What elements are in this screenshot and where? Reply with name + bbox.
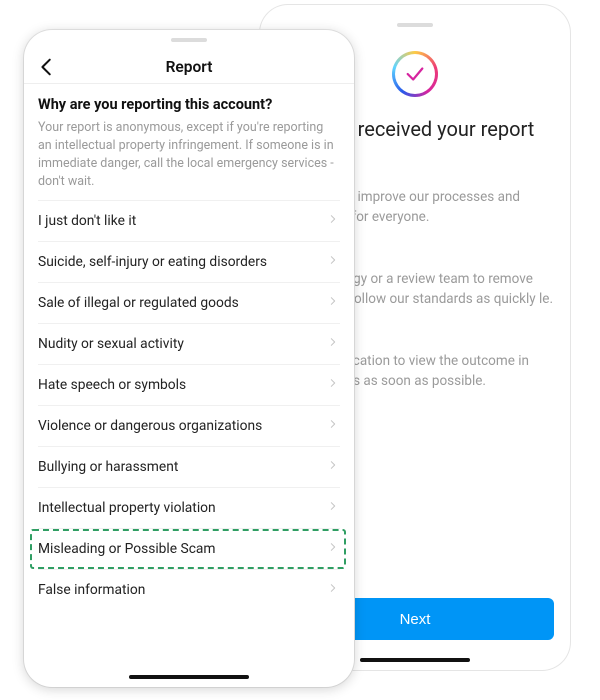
drag-handle[interactable] xyxy=(397,23,433,27)
report-question: Why are you reporting this account? xyxy=(38,96,340,113)
report-reason[interactable]: Nudity or sexual activity xyxy=(38,323,340,364)
chevron-right-icon xyxy=(328,498,338,517)
report-sheet: Report Why are you reporting this accoun… xyxy=(24,30,354,687)
drag-handle[interactable] xyxy=(171,38,207,42)
success-check-icon xyxy=(390,49,440,99)
chevron-right-icon xyxy=(328,211,338,230)
report-reason[interactable]: Misleading or Possible Scam xyxy=(38,528,340,569)
chevron-right-icon xyxy=(328,416,338,435)
report-reason[interactable]: Sale of illegal or regulated goods xyxy=(38,282,340,323)
home-indicator-icon xyxy=(360,658,470,662)
report-title: Report xyxy=(166,58,213,76)
chevron-left-icon xyxy=(36,56,58,78)
report-subtitle: Your report is anonymous, except if you'… xyxy=(38,119,340,192)
reason-label: Bullying or harassment xyxy=(38,459,178,475)
reason-label: Violence or dangerous organizations xyxy=(38,418,262,434)
report-reason[interactable]: Violence or dangerous organizations xyxy=(38,405,340,446)
back-button[interactable] xyxy=(36,56,58,78)
report-reason[interactable]: I just don't like it xyxy=(38,200,340,241)
report-reason[interactable]: Intellectual property violation xyxy=(38,487,340,528)
reason-label: Nudity or sexual activity xyxy=(38,336,184,352)
chevron-right-icon xyxy=(328,580,338,599)
reason-label: False information xyxy=(38,582,145,598)
report-reason[interactable]: Bullying or harassment xyxy=(38,446,340,487)
chevron-right-icon xyxy=(328,457,338,476)
reason-label: Hate speech or symbols xyxy=(38,377,186,393)
reason-label: Sale of illegal or regulated goods xyxy=(38,295,239,311)
report-header: Report xyxy=(24,50,354,84)
reason-label: Intellectual property violation xyxy=(38,500,216,516)
chevron-right-icon xyxy=(328,293,338,312)
reason-label: Suicide, self-injury or eating disorders xyxy=(38,254,267,270)
chevron-right-icon xyxy=(328,539,338,558)
chevron-right-icon xyxy=(328,375,338,394)
report-reason[interactable]: Hate speech or symbols xyxy=(38,364,340,405)
reason-label: I just don't like it xyxy=(38,213,136,229)
home-indicator-icon xyxy=(129,675,249,679)
report-reason[interactable]: False information xyxy=(38,569,340,610)
chevron-right-icon xyxy=(328,252,338,271)
reason-label: Misleading or Possible Scam xyxy=(38,541,216,557)
checkmark-icon xyxy=(404,63,426,85)
report-reason[interactable]: Suicide, self-injury or eating disorders xyxy=(38,241,340,282)
chevron-right-icon xyxy=(328,334,338,353)
